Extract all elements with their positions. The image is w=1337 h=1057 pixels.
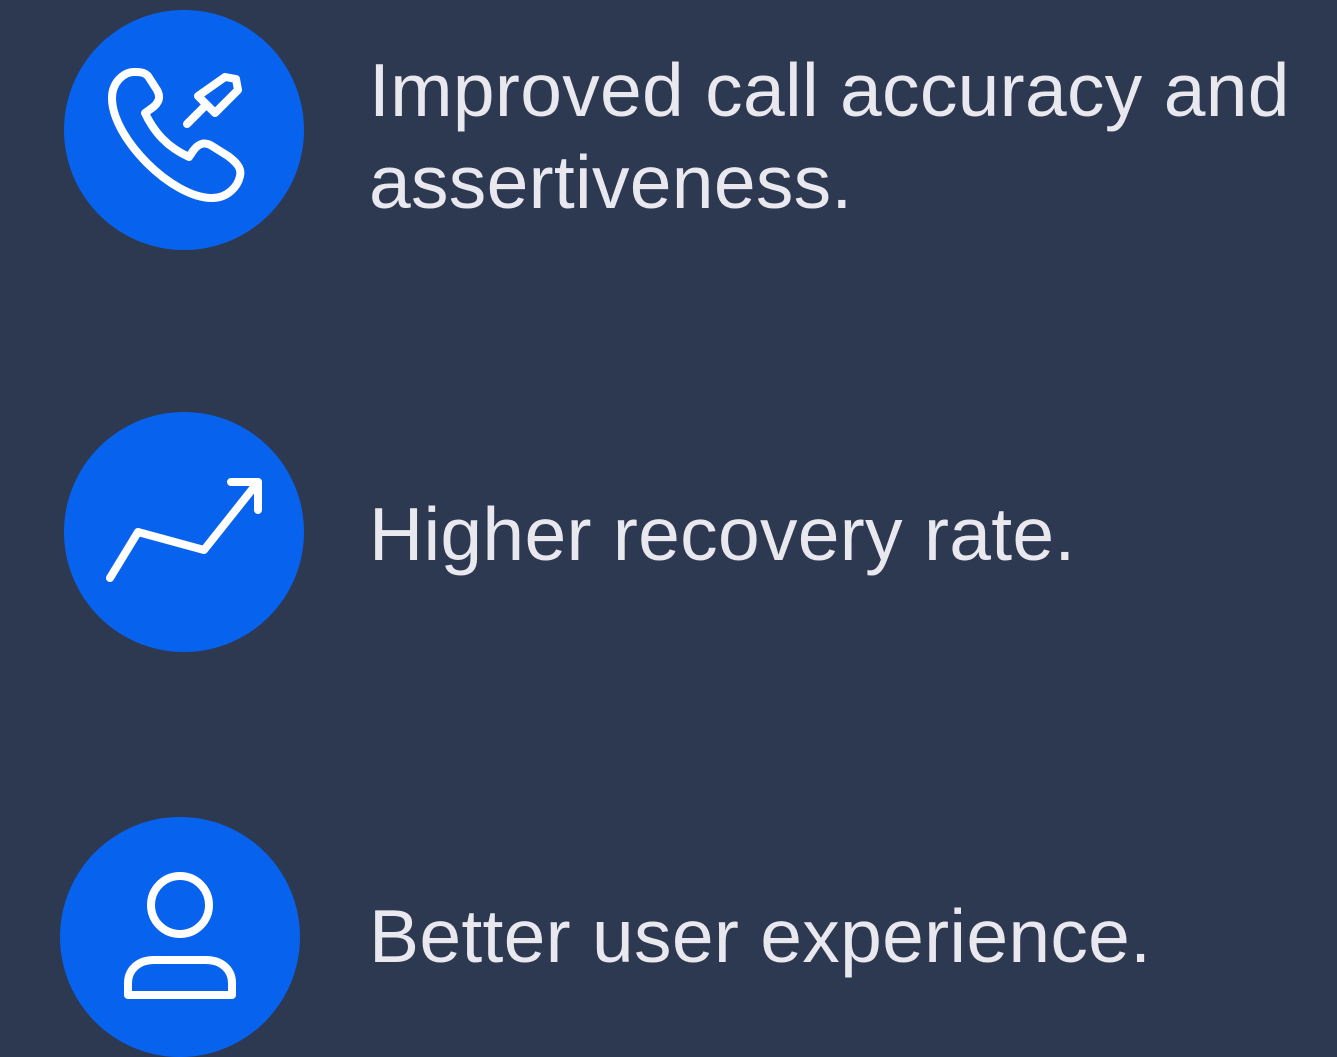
feature-label: Improved call accuracy and assertiveness…	[369, 44, 1290, 228]
feature-label-line-1: Higher recovery rate.	[369, 492, 1076, 576]
feature-item-recovery-rate: Higher recovery rate.	[0, 400, 1337, 670]
feature-label-line-1: Improved call accuracy and	[369, 48, 1290, 132]
feature-label-line-1: Better user experience.	[369, 894, 1152, 978]
feature-label: Higher recovery rate.	[369, 488, 1076, 580]
feature-label: Better user experience.	[369, 890, 1151, 982]
feature-item-user-experience: Better user experience.	[0, 800, 1337, 1057]
feature-item-call-accuracy: Improved call accuracy and assertiveness…	[0, 0, 1337, 300]
icon-badge	[64, 10, 304, 250]
user-icon	[124, 872, 236, 999]
icon-badge	[60, 817, 300, 1057]
icon-badge	[64, 412, 304, 652]
feature-label-line-2: assertiveness.	[369, 140, 853, 224]
trending-up-icon	[106, 478, 262, 582]
phone-outgoing-icon	[108, 68, 245, 202]
